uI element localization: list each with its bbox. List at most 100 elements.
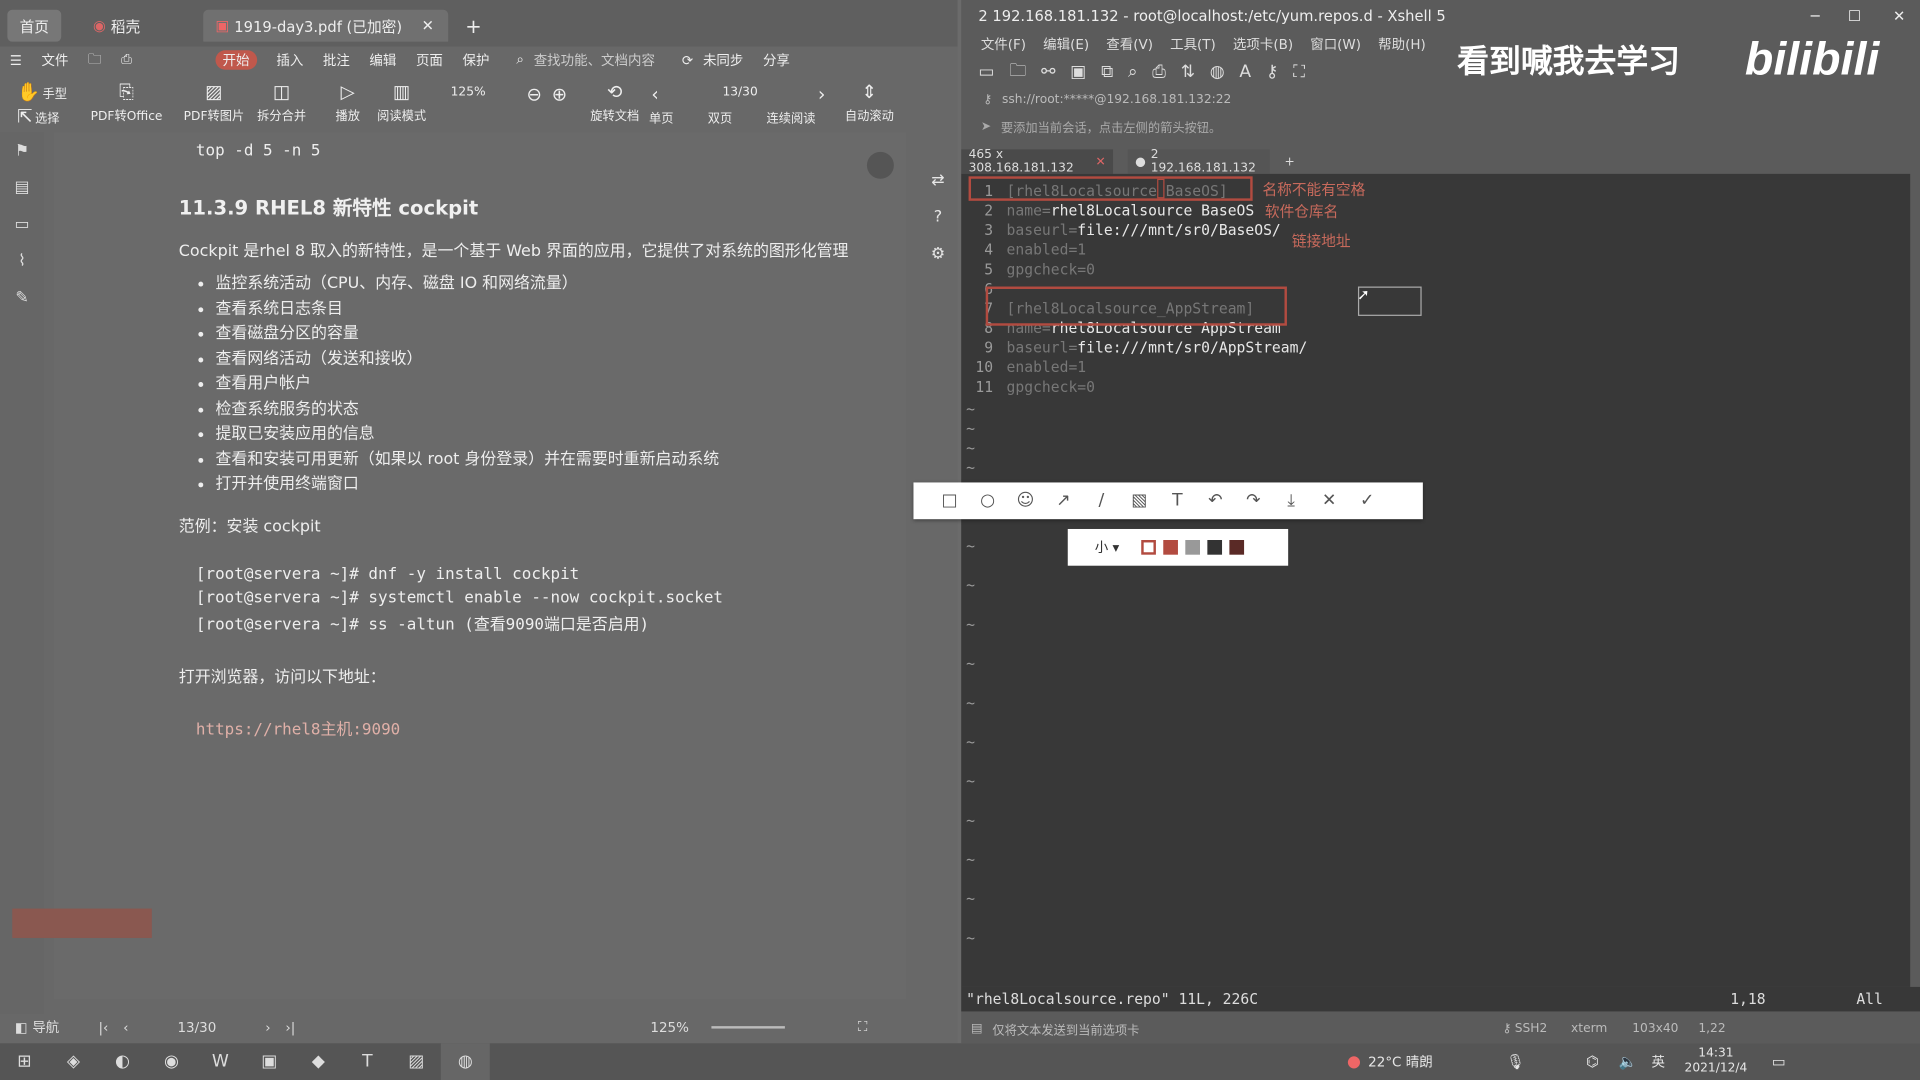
close-window-icon[interactable]: ✕ [1893,7,1905,24]
open-icon[interactable]: 🗀 [88,48,101,71]
page-indicator[interactable]: 13/30 [722,86,757,99]
menu-tabs[interactable]: 选项卡(B) [1233,34,1293,54]
close-icon[interactable]: ✕ [1095,155,1105,168]
undo-icon[interactable]: ↶ [1196,491,1234,511]
network-icon[interactable]: ⌬ [1586,1053,1599,1070]
image-app-icon[interactable]: ▨ [392,1043,441,1080]
clock[interactable]: 14:31 2021/12/4 [1685,1047,1748,1076]
read-mode-button[interactable]: ▥ 阅读模式 [377,81,426,124]
split-merge-button[interactable]: ◫ 拆分合并 [257,81,306,124]
floating-widget[interactable] [12,908,152,938]
menu-edit[interactable]: 编辑(E) [1043,34,1089,54]
ime-indicator[interactable]: 英 [1651,1052,1664,1072]
menu-help[interactable]: 帮助(H) [1378,34,1426,54]
annotation-box-appstream[interactable] [985,286,1287,326]
menu-icon[interactable]: ☰ [10,52,22,68]
zoom-out-icon[interactable]: ⊖ [527,83,542,105]
first-page-icon[interactable]: |‹ [98,1019,108,1035]
next-page-button[interactable]: › [818,83,825,105]
address-bar[interactable]: ⚷ ssh://root:*****@192.168.181.132:22 [961,88,1920,110]
cancel-icon[interactable]: ✕ [1310,491,1348,511]
font-icon[interactable]: A [1239,62,1251,82]
menu-annotate[interactable]: 批注 [323,50,350,70]
tab-home[interactable]: 首页 [7,9,62,42]
link-icon[interactable]: ⚯ [1041,62,1055,82]
share-button[interactable]: 分享 [763,50,790,70]
text-app-icon[interactable]: T [343,1043,392,1080]
menu-edit[interactable]: 编辑 [369,50,396,70]
menu-window[interactable]: 窗口(W) [1310,34,1361,54]
menu-page[interactable]: 页面 [416,50,443,70]
new-tab-button[interactable]: + [453,10,494,42]
weather-text[interactable]: 22°C 晴朗 [1368,1052,1433,1072]
globe-icon[interactable]: ◍ [1210,62,1225,82]
app-icon[interactable]: ◉ [147,1043,196,1080]
help-icon[interactable]: ? [923,208,952,245]
hand-tool[interactable]: ✋ 手型 [17,81,67,103]
double-page-button[interactable]: 双页 [708,108,732,126]
minimize-icon[interactable]: ─ [1811,7,1820,24]
rectangle-tool-icon[interactable]: □ [931,491,969,511]
auto-scroll-button[interactable]: ⇕ 自动滚动 [845,81,894,124]
app-icon[interactable]: ◈ [49,1043,98,1080]
font-size-select[interactable]: 小 ▾ [1095,538,1120,558]
fullscreen-icon[interactable]: ⛶ [858,1019,867,1036]
color-swatch-black[interactable] [1207,540,1223,555]
search-icon[interactable]: ⌕ [516,51,524,68]
pdf-to-office-button[interactable]: ⎘ PDF转Office [91,81,163,124]
arrow-tool-icon[interactable]: ↗ [1044,491,1082,511]
print-icon[interactable]: ⎙ [121,51,132,68]
color-swatch-darkred[interactable] [1163,540,1178,555]
search-input[interactable]: 查找功能、文档内容 [534,50,655,70]
wps-icon[interactable]: W [196,1043,245,1080]
tab-daoke[interactable]: ◉ 稻壳 [81,10,153,42]
mosaic-tool-icon[interactable]: ▧ [1120,491,1158,511]
mic-icon[interactable]: 🎙 [1506,1053,1525,1070]
last-page-icon[interactable]: ›| [285,1019,295,1035]
settings-icon[interactable]: ⚙ [923,245,952,282]
pdf-to-image-button[interactable]: ▨ PDF转图片 [184,81,245,124]
print-icon[interactable]: ⎙ [1152,62,1166,82]
play-button[interactable]: ▷ 播放 [336,81,360,124]
find-icon[interactable]: ⌕ [1128,62,1138,82]
send-icon[interactable]: ▤ [971,1022,983,1035]
menu-protect[interactable]: 保护 [462,50,489,70]
continuous-read-button[interactable]: 连续阅读 [767,108,816,126]
arrow-icon[interactable]: ➤ [981,119,991,132]
volume-icon[interactable]: 🔈 [1618,1053,1636,1070]
notification-icon[interactable]: ▭ [1772,1053,1786,1070]
open-folder-icon[interactable]: 🗀 [1009,58,1026,87]
status-page-indicator[interactable]: 13/30 [177,1019,216,1035]
nav-label[interactable]: 导航 [32,1018,59,1038]
windows-start-icon[interactable]: ⊞ [0,1043,49,1080]
maximize-icon[interactable]: ☐ [1848,7,1861,24]
attachment-icon[interactable]: ⌇ [0,242,44,279]
zoom-in-icon[interactable]: ⊕ [552,83,567,105]
next-page-icon[interactable]: › [265,1019,270,1035]
menu-tools[interactable]: 工具(T) [1170,34,1216,54]
session-tab-2[interactable]: ● 2 192.168.181.132 [1127,148,1270,175]
menu-view[interactable]: 查看(V) [1106,34,1153,54]
zoom-slider[interactable] [710,1026,785,1029]
text-tool-icon[interactable]: T [1158,491,1196,511]
app-icon[interactable]: ▣ [245,1043,294,1080]
redo-icon[interactable]: ↷ [1234,491,1272,511]
annotation-box-baseos[interactable] [968,176,1253,201]
bookmark-icon[interactable]: ⚑ [0,132,44,169]
emoji-tool-icon[interactable]: ☺ [1007,491,1045,511]
properties-icon[interactable]: ▣ [1070,62,1086,82]
pen-tool-icon[interactable]: / [1082,491,1120,511]
new-session-icon[interactable]: ▭ [978,62,994,82]
close-icon[interactable]: ✕ [422,17,434,34]
single-page-button[interactable]: 单页 [649,108,673,126]
terminal-area[interactable]: 1 [rhel8Localsource_BaseOS] 2 name=rhel8Lo… [961,173,1911,987]
confirm-icon[interactable]: ✓ [1348,491,1386,511]
add-tab-button[interactable]: + [1277,149,1302,173]
prev-page-button[interactable]: ‹ [651,83,658,105]
address-text[interactable]: ssh://root:*****@192.168.181.132:22 [1002,92,1231,105]
tab-document[interactable]: ▣ 1919-day3.pdf (已加密) ✕ [203,9,449,42]
color-swatch-gray[interactable] [1185,540,1201,555]
translate-icon[interactable]: ⇄ [923,171,952,208]
send-mode-text[interactable]: 仅将文本发送到当前选项卡 [992,1019,1139,1037]
nav-icon[interactable]: ◧ [15,1019,28,1035]
